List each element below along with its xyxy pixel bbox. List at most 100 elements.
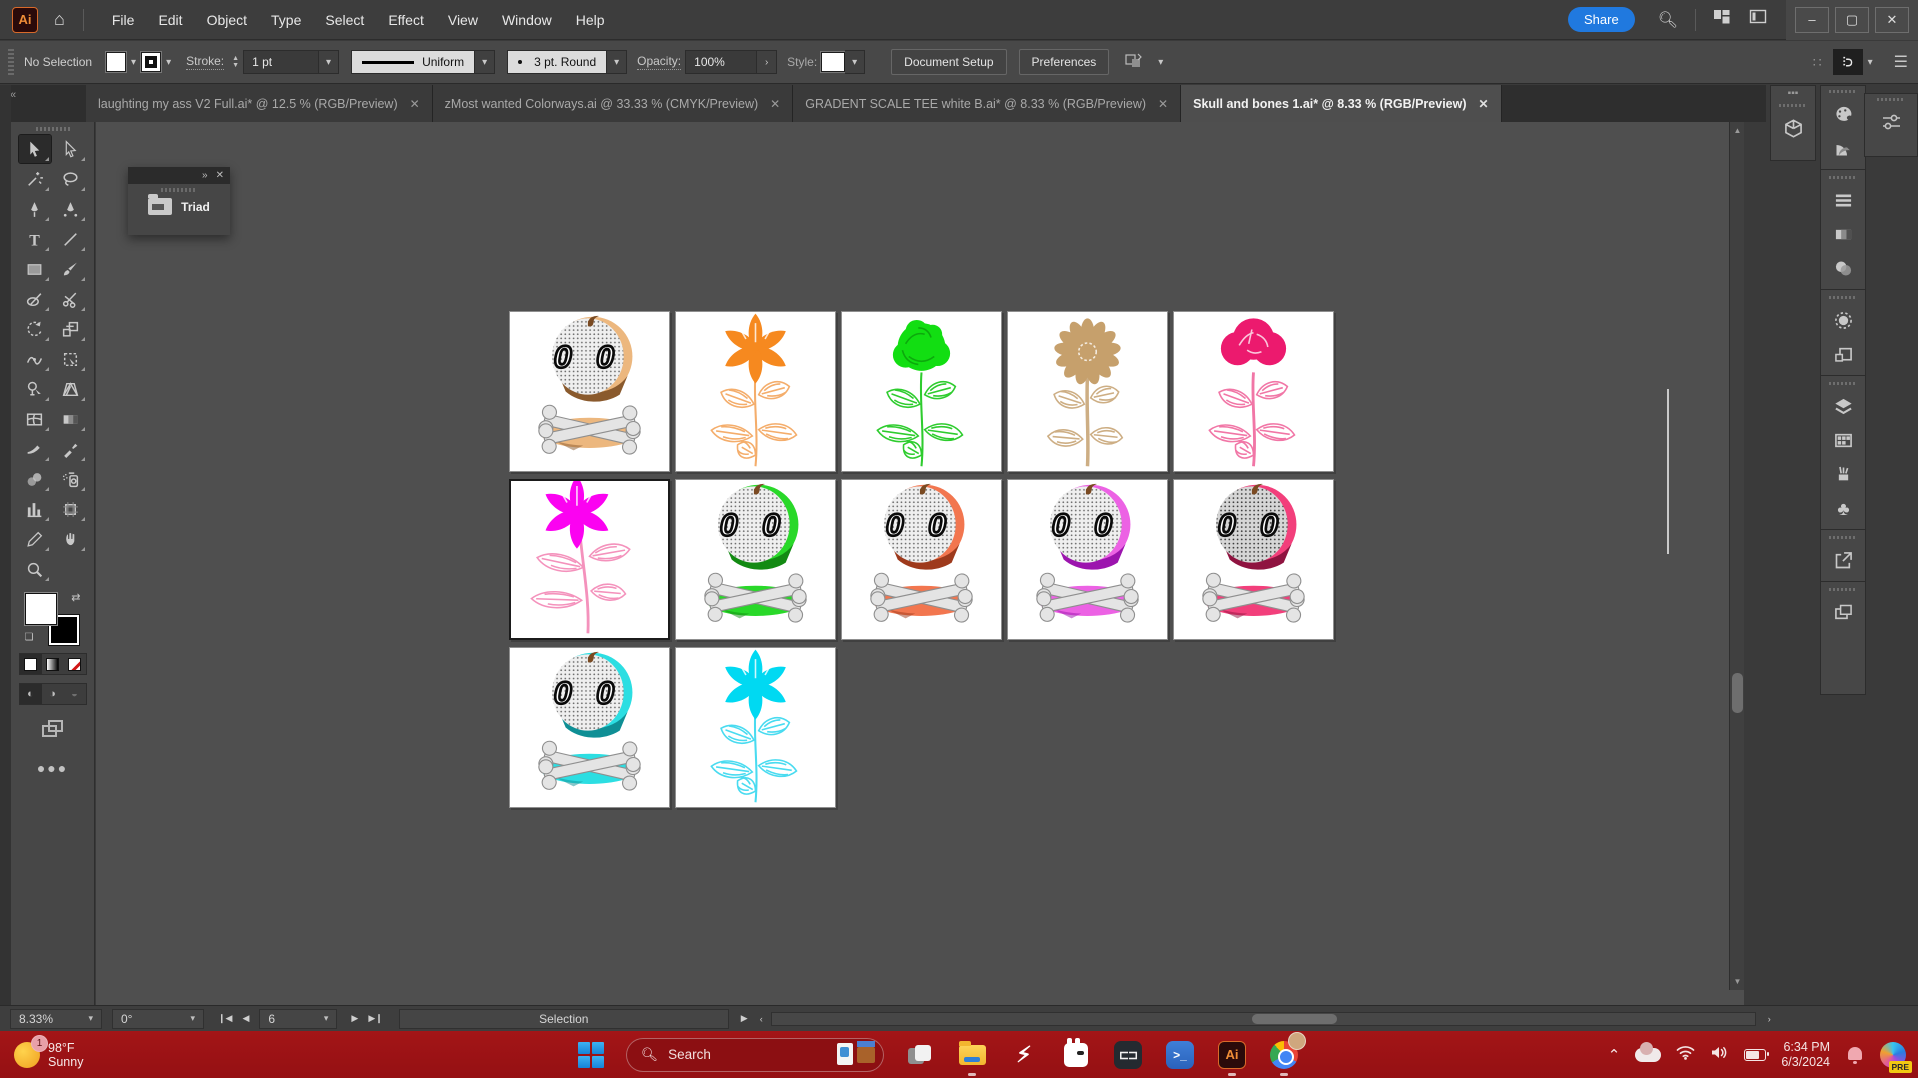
scroll-left-icon[interactable]: ‹ [760,1014,763,1024]
default-fill-stroke-icon[interactable]: ❏ [25,632,34,643]
close-tab-icon[interactable]: ✕ [1158,97,1168,111]
opacity-field[interactable]: 100% [685,50,757,74]
document-tab-0[interactable]: laughting my ass V2 Full.ai* @ 12.5 % (R… [86,85,433,122]
mesh-tool[interactable] [19,405,51,433]
selection-tool[interactable] [19,135,51,163]
artboard-5-rose[interactable] [1173,311,1334,472]
properties-panel-icon[interactable] [1823,183,1863,217]
zoom-tool[interactable] [19,555,51,583]
3d-materials-panel-icon[interactable] [1773,111,1813,145]
vertical-scrollbar[interactable]: ▲ ▼ [1729,122,1744,990]
panel-grip[interactable] [161,188,197,192]
search-highlights-icon[interactable] [835,1041,879,1069]
artboard-4-sunflower[interactable] [1007,311,1168,472]
status-expand-icon[interactable]: ▶ [741,1013,748,1024]
rotate-tool[interactable] [19,315,51,343]
magic-wand-tool[interactable] [19,165,51,193]
chrome-button[interactable] [1270,1041,1298,1069]
chevron-down-icon[interactable]: ▾ [1863,57,1878,68]
brush-definition-select[interactable]: 3 pt. Round [507,50,607,74]
collapse-left-dock-icon[interactable]: « [0,85,86,122]
stroke-weight-field[interactable]: 1 pt [243,50,319,74]
onedrive-icon[interactable] [1635,1048,1661,1062]
chevron-down-icon[interactable]: ▾ [607,50,627,74]
lightning-app-button[interactable]: ⚡︎ [1010,1041,1038,1069]
chevron-down-icon[interactable]: ▾ [126,57,141,68]
scrollbar-thumb[interactable] [1732,673,1743,713]
volume-icon[interactable] [1710,1045,1729,1064]
weather-widget[interactable]: 1 98°F Sunny [14,1041,83,1069]
document-setup-button[interactable]: Document Setup [891,49,1006,75]
perspective-grid-tool[interactable] [55,375,87,403]
menu-object[interactable]: Object [195,0,259,40]
artboard-9-skull[interactable]: 0 0 [1007,479,1168,640]
chevron-down-icon[interactable]: ▾ [475,50,495,74]
close-tab-icon[interactable]: ✕ [770,97,780,111]
align-options-icon[interactable] [1124,52,1144,73]
illustrator-taskbar-button[interactable]: Ai [1218,1041,1246,1069]
artboard-6-lily[interactable] [509,479,670,640]
graph-tool[interactable] [19,495,51,523]
battery-icon[interactable] [1744,1049,1766,1061]
start-button[interactable] [578,1042,604,1068]
gradient-button[interactable] [42,654,64,674]
knife-tool[interactable] [19,435,51,463]
powershell-button[interactable]: >_ [1166,1041,1194,1069]
paintbrush-tool[interactable] [55,255,87,283]
pencil-tool[interactable] [19,525,51,553]
draw-behind-button[interactable]: ◑ [42,684,64,704]
capture-app-button[interactable]: ⊏⊐ [1114,1041,1142,1069]
panel-grip[interactable] [8,49,14,75]
menu-select[interactable]: Select [313,0,376,40]
next-artboard-icon[interactable]: ▶ [351,1013,358,1024]
document-tab-3[interactable]: Skull and bones 1.ai* @ 8.33 % (RGB/Prev… [1181,85,1501,122]
notifications-bell-icon[interactable] [1845,1045,1865,1065]
close-tab-icon[interactable]: ✕ [1479,97,1489,111]
menu-effect[interactable]: Effect [376,0,436,40]
swap-fill-stroke-icon[interactable]: ⇄ [71,591,80,604]
scissors-tool[interactable] [55,285,87,313]
opacity-expand-icon[interactable]: › [757,50,777,74]
close-panel-icon[interactable]: ✕ [216,170,224,181]
search-icon[interactable]: 🔍︎ [1658,10,1678,30]
menu-window[interactable]: Window [490,0,564,40]
line-segment-tool[interactable] [55,225,87,253]
appearance-panel-icon[interactable] [1823,303,1863,337]
maximize-button[interactable]: ▢ [1835,7,1869,33]
copilot-icon[interactable]: PRE [1880,1042,1906,1068]
arrange-documents-icon[interactable] [1713,8,1731,31]
color-panel-icon[interactable] [1823,97,1863,131]
clock[interactable]: 6:34 PM 6/3/2024 [1781,1040,1830,1070]
hand-tool[interactable] [55,525,87,553]
style-swatch[interactable] [821,52,845,72]
menu-edit[interactable]: Edit [146,0,194,40]
rectangle-tool[interactable] [19,255,51,283]
tray-expand-icon[interactable]: ⌃ [1608,1046,1621,1064]
fill-color-box[interactable] [25,593,57,625]
symbols-panel-icon[interactable]: ♣ [1823,491,1863,525]
eyedropper-tool[interactable] [55,435,87,463]
sliders-icon[interactable] [1871,105,1911,139]
first-artboard-icon[interactable]: ❙◀ [218,1013,232,1024]
stroke-stepper[interactable]: ▲▼ [232,55,239,69]
chevron-down-icon[interactable]: ▾ [1153,57,1168,68]
minimize-button[interactable]: – [1795,7,1829,33]
menu-type[interactable]: Type [259,0,313,40]
home-icon[interactable]: ⌂ [54,9,65,30]
collapse-panel-icon[interactable]: » [202,170,208,181]
arrange-panel-icon[interactable] [1823,595,1863,629]
search-box[interactable]: 🔍︎ Search [626,1038,884,1072]
transparency-panel-icon[interactable] [1823,251,1863,285]
symbol-sprayer-tool[interactable] [55,465,87,493]
shaper-tool[interactable] [19,285,51,313]
chevron-down-icon[interactable]: ▾ [319,50,339,74]
artboard-7-skull[interactable]: 0 0 [675,479,836,640]
chevron-down-icon[interactable]: ▾ [161,57,176,68]
menu-file[interactable]: File [100,0,147,40]
fill-swatch[interactable] [106,52,126,72]
artboard-2-lily[interactable] [675,311,836,472]
brushes-panel-icon[interactable] [1823,457,1863,491]
gradient-tool[interactable] [55,405,87,433]
artboard-11-skull[interactable]: 0 0 [509,647,670,808]
llama-app-button[interactable] [1062,1041,1090,1069]
